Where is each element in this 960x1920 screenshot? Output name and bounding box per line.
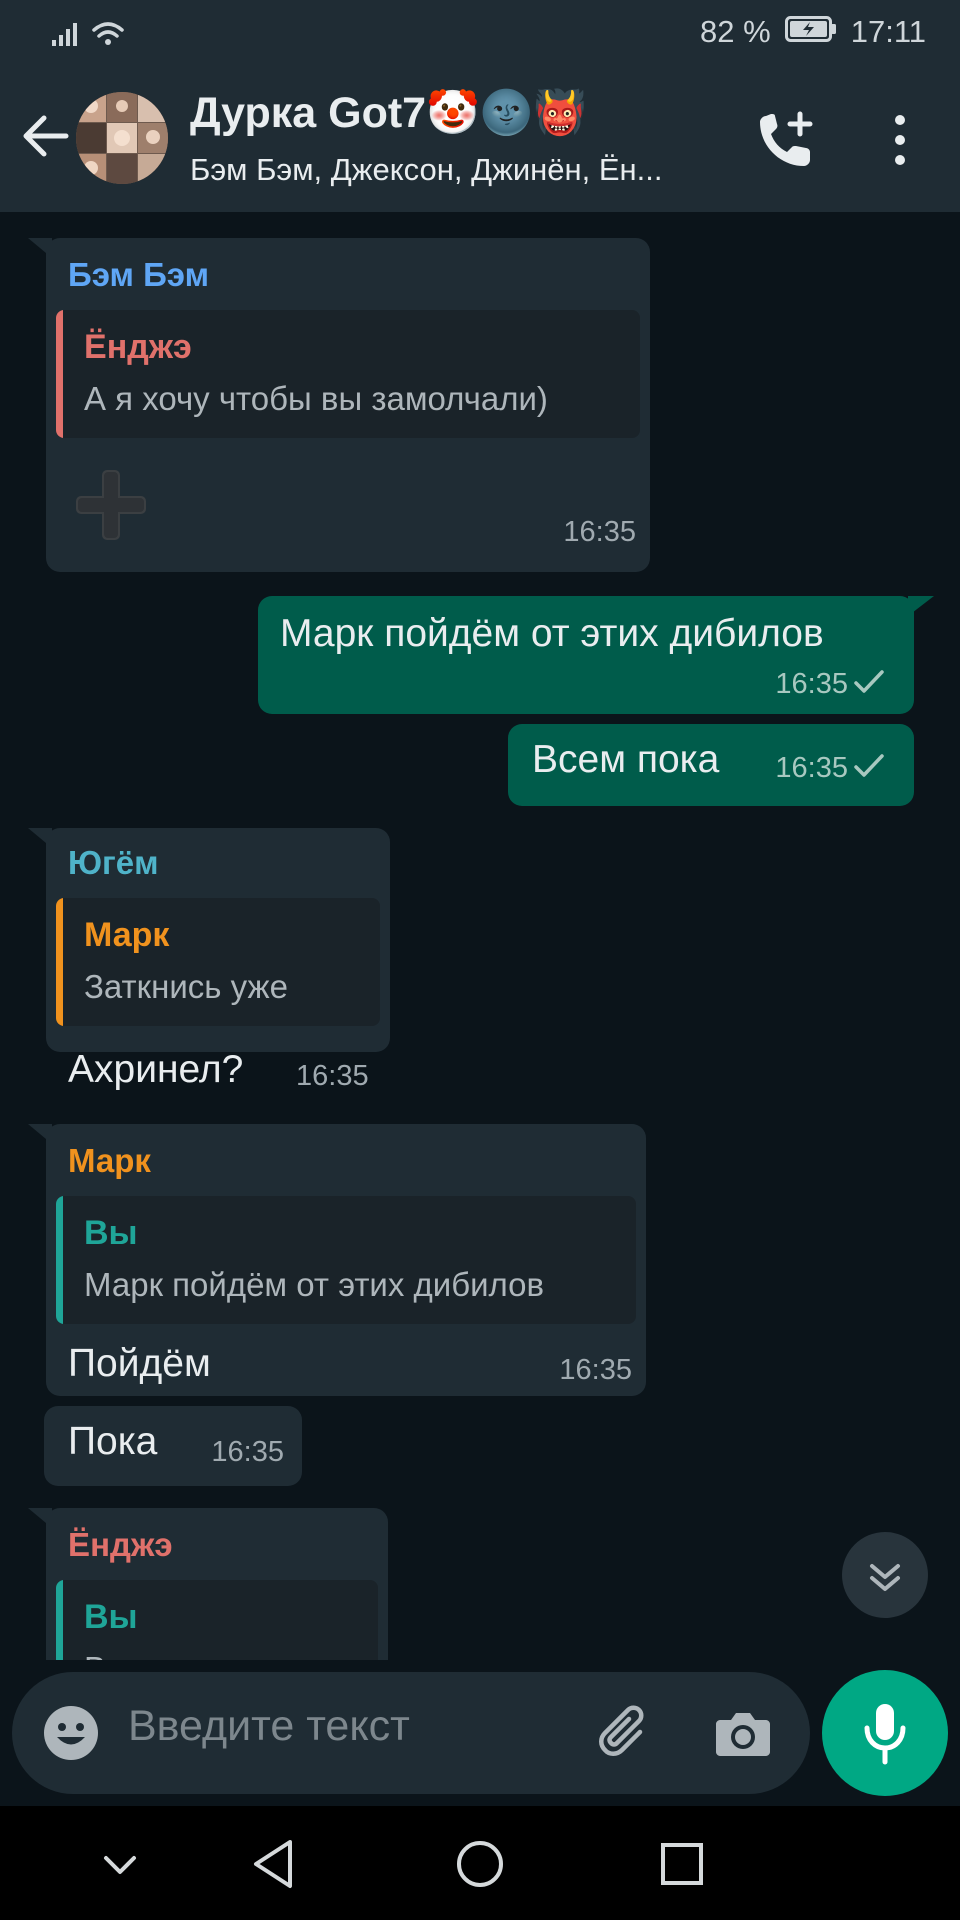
add-call-icon[interactable] (754, 110, 816, 172)
message-text: Марк пойдём от этих дибилов (280, 612, 824, 655)
message-bubble[interactable]: Марк Вы Марк пойдём от этих дибилов Пойд… (46, 1124, 646, 1396)
quote-bar (56, 898, 63, 1026)
back-arrow-icon[interactable] (18, 108, 74, 164)
reply-quote[interactable]: Вы Марк пойдём от этих дибилов (56, 1196, 636, 1324)
group-avatar[interactable] (76, 92, 168, 184)
double-chevron-down-icon (870, 1564, 900, 1591)
bubble-tail (28, 828, 52, 848)
message-time: 16:35 (296, 1060, 369, 1092)
quote-author: Марк (84, 916, 170, 954)
more-options-icon[interactable] (880, 112, 920, 168)
quote-bar (56, 1580, 63, 1660)
quote-text: А я хочу чтобы вы замолчали) (84, 380, 548, 417)
sender-name: Бэм Бэм (68, 256, 210, 293)
message-time: 16:35 (775, 752, 848, 784)
message-text: Всем пока (532, 738, 720, 781)
reply-quote[interactable]: Ёнджэ А я хочу чтобы вы замолчали) (56, 310, 640, 438)
outgoing-message-bubble[interactable]: Марк пойдём от этих дибилов 16:35 (258, 596, 914, 714)
message-input[interactable]: Введите текст (128, 1702, 410, 1751)
message-bubble[interactable]: Югём Марк Заткнись уже Ахринел? (46, 828, 390, 1091)
bubble-tail (28, 238, 52, 258)
paperclip-icon[interactable] (594, 1702, 658, 1766)
nav-recents-icon[interactable] (652, 1834, 712, 1894)
message-time: 16:35 (559, 1354, 632, 1386)
nav-back-icon[interactable] (244, 1834, 304, 1894)
message-bubble[interactable]: Пока 16:35 (44, 1406, 302, 1486)
quote-author: Вы (84, 1214, 138, 1252)
sender-name: Ёнджэ (68, 1526, 173, 1563)
chat-members[interactable]: Бэм Бэм, Джексон, Джинён, Ён... (190, 152, 663, 188)
message-time: 16:35 (563, 516, 636, 548)
message-bubble[interactable]: Бэм Бэм Ёнджэ А я хочу чтобы вы замолчал… (46, 238, 650, 572)
microphone-icon (864, 1704, 906, 1765)
status-right: 82 % 17:11 (700, 14, 926, 50)
bubble-tail (28, 1124, 52, 1144)
plus-sticker-icon[interactable] (76, 470, 146, 540)
message-text: Ахринел? (68, 1048, 244, 1091)
message-list[interactable]: Бэм Бэм Ёнджэ А я хочу чтобы вы замолчал… (0, 212, 960, 1660)
message-time: 16:35 (775, 668, 848, 700)
clock: 17:11 (850, 14, 926, 49)
bubble-tail (908, 596, 934, 616)
message-time: 16:35 (211, 1436, 284, 1468)
emoji-icon[interactable] (42, 1704, 100, 1762)
camera-icon[interactable] (714, 1704, 772, 1762)
scroll-down-button[interactable] (842, 1532, 928, 1618)
status-bar: 82 % 17:11 (0, 0, 960, 64)
nav-hide-icon[interactable] (90, 1834, 150, 1894)
quote-bar (56, 1196, 63, 1324)
chat-title[interactable]: Дурка Got7🤡🌚👹 (190, 88, 587, 138)
signal-icon (52, 18, 132, 53)
message-composer: Введите текст (12, 1672, 810, 1794)
sent-check-icon (854, 754, 884, 777)
nav-home-icon[interactable] (450, 1834, 510, 1894)
battery-icon (784, 14, 837, 50)
sender-name: Югём (68, 844, 159, 881)
quote-author: Ёнджэ (84, 328, 192, 366)
outgoing-message-bubble[interactable]: Всем пока 16:35 (508, 724, 914, 806)
quote-text: В (84, 1650, 106, 1660)
voice-message-button[interactable] (822, 1670, 948, 1796)
message-text: Пойдём (68, 1342, 211, 1385)
quote-author: Вы (84, 1598, 138, 1636)
quote-bar (56, 310, 63, 438)
message-bubble[interactable]: Ёнджэ Вы В (46, 1508, 388, 1660)
sent-check-icon (854, 670, 884, 693)
battery-percent: 82 % (700, 14, 771, 49)
bubble-tail (28, 1508, 52, 1528)
reply-quote[interactable]: Вы В (56, 1580, 378, 1660)
reply-quote[interactable]: Марк Заткнись уже (56, 898, 380, 1026)
message-text: Пока (68, 1420, 158, 1463)
chat-header: Дурка Got7🤡🌚👹 Бэм Бэм, Джексон, Джинён, … (0, 64, 960, 212)
sender-name: Марк (68, 1142, 151, 1179)
quote-text: Заткнись уже (84, 968, 288, 1005)
system-nav-bar (0, 1806, 960, 1920)
quote-text: Марк пойдём от этих дибилов (84, 1266, 545, 1303)
